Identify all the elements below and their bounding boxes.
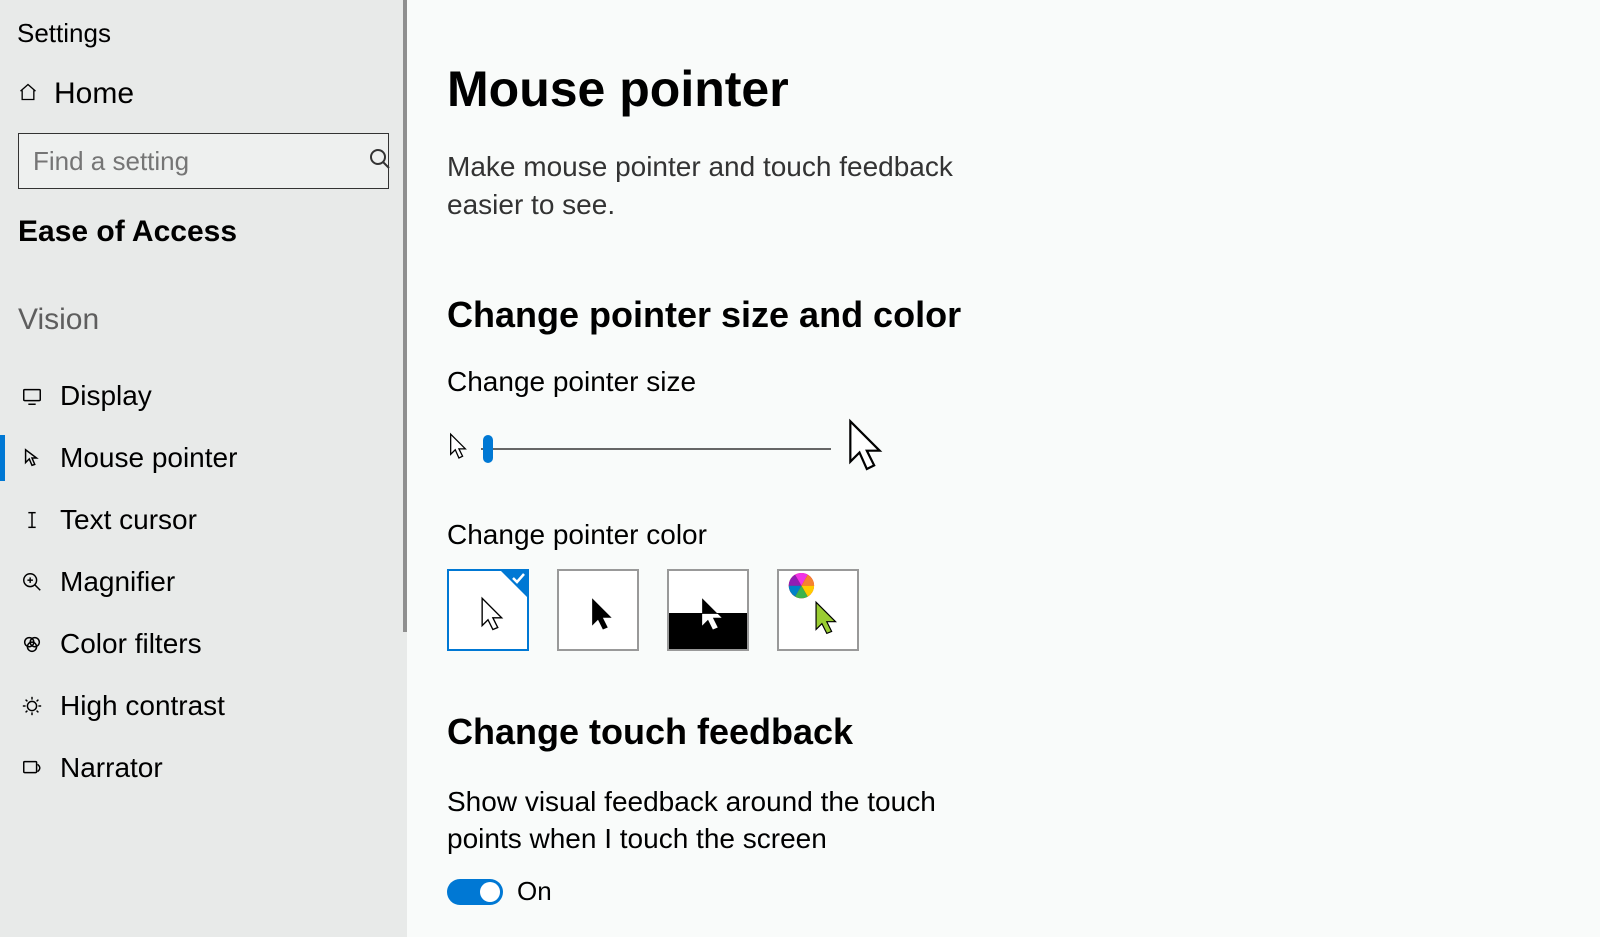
section-title-size-color: Change pointer size and color (447, 294, 1600, 336)
search-icon (368, 147, 392, 176)
page-description: Make mouse pointer and touch feedback ea… (447, 148, 987, 224)
pointer-color-inverted[interactable] (667, 569, 749, 651)
sidebar-item-label: Text cursor (60, 504, 197, 536)
app-title: Settings (0, 0, 407, 49)
sidebar-item-color-filters[interactable]: Color filters (0, 613, 407, 675)
touch-feedback-label: Show visual feedback around the touch po… (447, 783, 967, 859)
group-header-vision: Vision (0, 293, 407, 365)
sidebar-item-text-cursor[interactable]: Text cursor (0, 489, 407, 551)
display-icon (18, 385, 46, 407)
sidebar-item-narrator[interactable]: Narrator (0, 737, 407, 799)
pointer-size-slider[interactable] (481, 434, 831, 464)
page-title: Mouse pointer (447, 60, 1600, 118)
sidebar-item-label: High contrast (60, 690, 225, 722)
pointer-color-custom[interactable] (777, 569, 859, 651)
mouse-pointer-icon (18, 447, 46, 469)
home-icon (18, 82, 38, 107)
check-icon (510, 570, 526, 591)
inverted-cursor-preview (669, 570, 747, 650)
custom-cursor-preview (779, 570, 857, 650)
pointer-color-black[interactable] (557, 569, 639, 651)
sidebar-item-mouse-pointer[interactable]: Mouse pointer (0, 427, 407, 489)
sidebar-item-label: Narrator (60, 752, 163, 784)
sidebar-scrollbar[interactable] (403, 0, 407, 632)
slider-thumb[interactable] (483, 435, 493, 463)
sidebar: Settings Home Ease of Access Vision Disp… (0, 0, 407, 937)
sidebar-item-label: Mouse pointer (60, 442, 237, 474)
magnifier-icon (18, 571, 46, 593)
pointer-size-label: Change pointer size (447, 366, 1600, 398)
pointer-color-label: Change pointer color (447, 519, 1600, 551)
text-cursor-icon (18, 509, 46, 531)
category-header: Ease of Access (0, 209, 407, 293)
toggle-state-label: On (517, 876, 552, 907)
section-title-touch-feedback: Change touch feedback (447, 711, 1600, 753)
high-contrast-icon (18, 695, 46, 717)
pointer-size-slider-row (447, 416, 1600, 483)
touch-feedback-toggle-row: On (447, 876, 1600, 907)
touch-feedback-toggle[interactable] (447, 879, 503, 905)
cursor-small-icon (447, 432, 469, 467)
pointer-color-options (447, 569, 1600, 651)
pointer-color-white[interactable] (447, 569, 529, 651)
toggle-knob (480, 882, 500, 902)
main-content: Mouse pointer Make mouse pointer and tou… (407, 0, 1600, 937)
sidebar-item-magnifier[interactable]: Magnifier (0, 551, 407, 613)
color-filters-icon (18, 633, 46, 655)
cursor-large-icon (843, 416, 887, 483)
narrator-icon (18, 757, 46, 779)
search-input[interactable] (33, 146, 368, 177)
sidebar-item-label: Color filters (60, 628, 202, 660)
sidebar-item-label: Magnifier (60, 566, 175, 598)
home-label: Home (54, 77, 134, 111)
slider-track (481, 448, 831, 450)
sidebar-item-display[interactable]: Display (0, 365, 407, 427)
sidebar-item-high-contrast[interactable]: High contrast (0, 675, 407, 737)
black-cursor-preview (559, 570, 637, 650)
search-input-container[interactable] (18, 133, 389, 189)
home-nav-item[interactable]: Home (0, 49, 407, 133)
sidebar-item-label: Display (60, 380, 152, 412)
